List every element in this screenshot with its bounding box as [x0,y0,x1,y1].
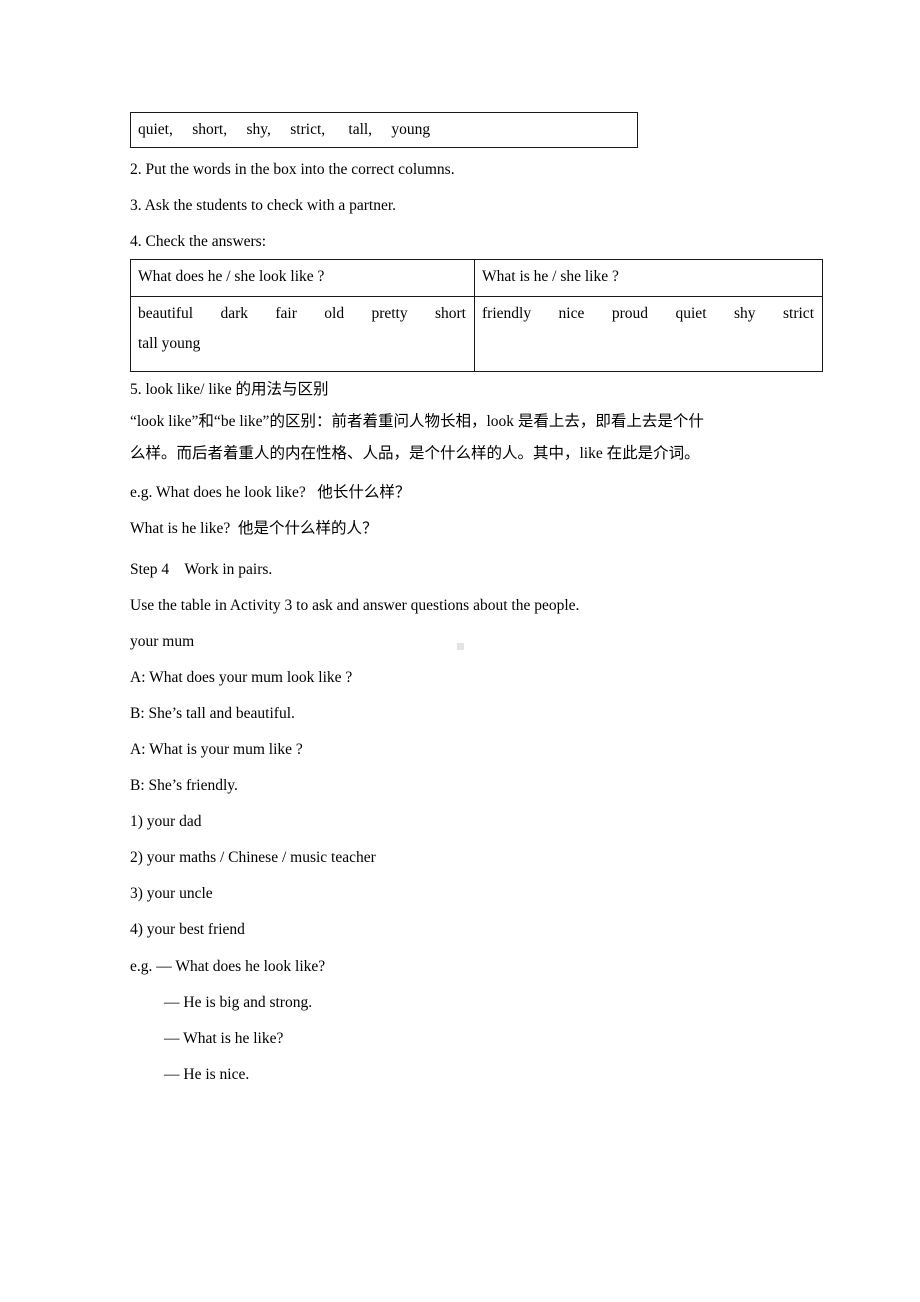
example-dialogue-reply-1: — He is big and strong. [164,994,313,1011]
grammar-example-2: What is he like? 他是个什么样的人？ [130,520,378,537]
table-cell-appearance-words: beautiful dark fair old pretty short tal… [130,296,475,372]
table-header-look-like: What does he / she look like ? [130,259,475,297]
personality-words-line-1: friendly nice proud quiet shy strict [482,305,814,322]
appearance-words-line-1: beautiful dark fair old pretty short [138,305,466,322]
step4-title: Step 4 Work in pairs. [130,561,273,578]
answers-table: What does he / she look like ? What is h… [130,259,823,372]
dialogue-line-a1: A: What does your mum look like ? [130,669,353,686]
practice-item-3: 3) your uncle [130,885,213,902]
dialogue-line-a2: A: What is your mum like ? [130,741,303,758]
practice-item-4: 4) your best friend [130,921,245,938]
practice-item-2: 2) your maths / Chinese / music teacher [130,849,376,866]
instruction-step-2: 2. Put the words in the box into the cor… [130,161,455,178]
instruction-step-3: 3. Ask the students to check with a part… [130,197,397,214]
example-dialogue-reply-2: — What is he like? [164,1030,284,1047]
table-body-row: beautiful dark fair old pretty short tal… [130,296,823,372]
appearance-words-line-2: tall young [138,335,201,352]
step4-sample-topic: your mum [130,633,195,650]
example-dialogue-reply-3: — He is nice. [164,1066,250,1083]
word-bank-text: quiet, short, shy, strict, tall, young [138,121,431,138]
table-cell-personality-words: friendly nice proud quiet shy strict [474,296,823,372]
scan-artifact-speck [457,643,464,650]
practice-item-1: 1) your dad [130,813,202,830]
grammar-explanation-line-2: 么样。而后者着重人的内在性格、人品，是个什么样的人。其中，like 在此是介词。 [130,445,700,462]
table-header-row: What does he / she look like ? What is h… [130,259,823,297]
step4-directions: Use the table in Activity 3 to ask and a… [130,597,580,614]
table-header-be-like-text: What is he / she like ? [482,268,619,285]
grammar-heading: 5. look like/ like 的用法与区别 [130,381,329,398]
table-header-look-like-text: What does he / she look like ? [138,268,325,285]
dialogue-line-b2: B: She’s friendly. [130,777,238,794]
word-bank-box: quiet, short, shy, strict, tall, young [130,112,638,148]
table-header-be-like: What is he / she like ? [474,259,823,297]
example-dialogue-prompt: e.g. — What does he look like? [130,958,326,975]
instruction-step-4: 4. Check the answers: [130,233,267,250]
dialogue-line-b1: B: She’s tall and beautiful. [130,705,295,722]
grammar-explanation-line-1: “look like”和“be like”的区别：前者着重问人物长相，look … [130,413,704,430]
document-page: quiet, short, shy, strict, tall, young 2… [0,0,920,1302]
grammar-example-1: e.g. What does he look like? 他长什么样？ [130,484,411,501]
